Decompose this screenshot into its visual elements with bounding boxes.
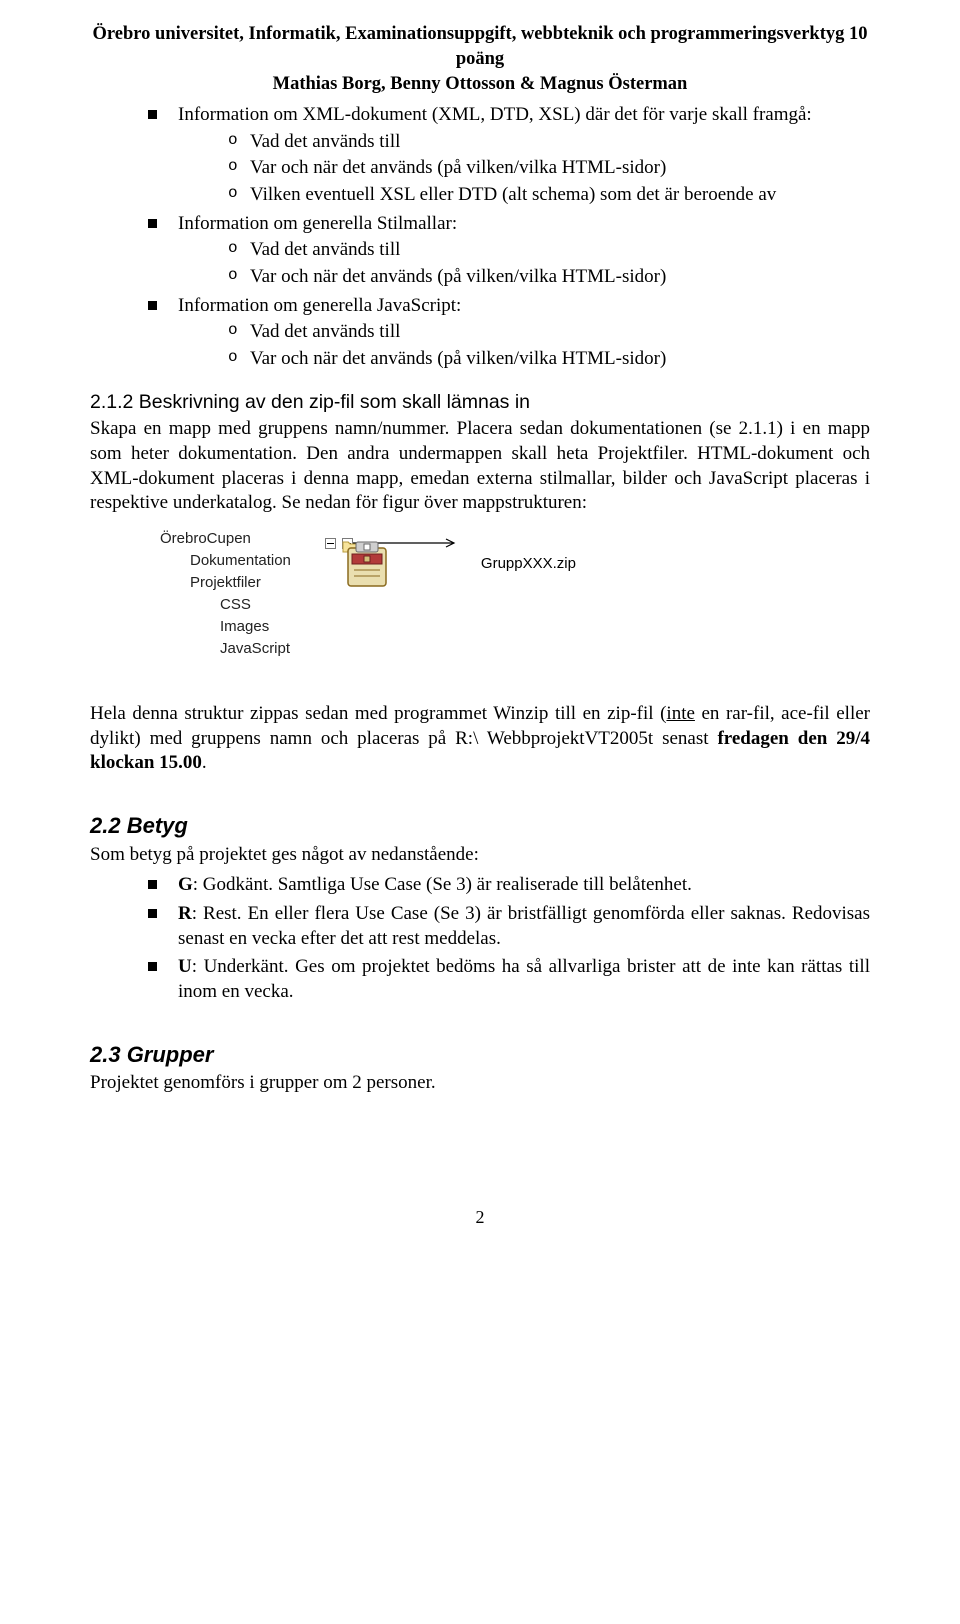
tree-label-root: ÖrebroCupen	[160, 529, 251, 549]
bullet-xml-text: Information om XML-dokument (XML, DTD, X…	[178, 104, 812, 125]
grade-g-text: : Godkänt. Samtliga Use Case (Se 3) är r…	[193, 874, 692, 895]
tree-row-images: Images	[160, 616, 291, 638]
folder-structure-figure: ÖrebroCupen Dokumentation Projektfiler C…	[160, 528, 870, 660]
xml-sublist: Vad det används till Var och när det anv…	[178, 130, 870, 208]
bullet-js-text: Information om generella JavaScript:	[178, 295, 461, 316]
stil-o2: Var och när det används (på vilken/vilka…	[228, 265, 870, 290]
grade-r-text: : Rest. En eller flera Use Case (Se 3) ä…	[178, 903, 870, 949]
para-2-2-intro: Som betyg på projektet ges något av neda…	[90, 843, 870, 868]
bullet-js: Information om generella JavaScript: Vad…	[148, 294, 870, 372]
grade-r-bold: R	[178, 903, 192, 924]
bullet-xml: Information om XML-dokument (XML, DTD, X…	[148, 103, 870, 208]
page-number: 2	[90, 1206, 870, 1229]
tree-label-dok: Dokumentation	[190, 551, 291, 571]
zip-paragraph: Hela denna struktur zippas sedan med pro…	[90, 702, 870, 776]
main-bullet-list: Information om XML-dokument (XML, DTD, X…	[90, 103, 870, 372]
para-2-3: Projektet genomförs i grupper om 2 perso…	[90, 1071, 870, 1096]
folder-tree: ÖrebroCupen Dokumentation Projektfiler C…	[160, 528, 291, 660]
grade-r: R: Rest. En eller flera Use Case (Se 3) …	[148, 902, 870, 951]
tree-row-dok: Dokumentation	[160, 550, 291, 572]
zip-para-end: .	[202, 752, 207, 773]
js-sublist: Vad det används till Var och när det anv…	[178, 320, 870, 371]
zip-para-a: Hela denna struktur zippas sedan med pro…	[90, 703, 666, 724]
header-line-2: Mathias Borg, Benny Ottosson & Magnus Ös…	[90, 72, 870, 97]
tree-row-proj: Projektfiler	[160, 572, 291, 594]
minus-box-icon	[325, 538, 336, 549]
bullet-stilmallar: Information om generella Stilmallar: Vad…	[148, 212, 870, 290]
zip-para-underline: inte	[666, 703, 695, 724]
grade-g: G: Godkänt. Samtliga Use Case (Se 3) är …	[148, 873, 870, 898]
js-o2: Var och när det används (på vilken/vilka…	[228, 347, 870, 372]
zip-file-figure: GruppXXX.zip	[481, 554, 576, 574]
js-o1: Vad det används till	[228, 320, 870, 345]
stil-sublist: Vad det används till Var och när det anv…	[178, 238, 870, 289]
header-line-1: Örebro universitet, Informatik, Examinat…	[90, 22, 870, 72]
zip-label: GruppXXX.zip	[481, 554, 576, 574]
xml-o2: Var och när det används (på vilken/vilka…	[228, 156, 870, 181]
grade-u-text: : Underkänt. Ges om projektet bedöms ha …	[178, 956, 870, 1002]
grade-list: G: Godkänt. Samtliga Use Case (Se 3) är …	[90, 873, 870, 1004]
zip-archive-icon	[342, 538, 392, 590]
tree-row-root: ÖrebroCupen	[160, 528, 291, 550]
tree-label-images: Images	[220, 617, 269, 637]
grade-u-bold: U	[178, 956, 192, 977]
tree-label-css: CSS	[220, 595, 251, 615]
bullet-stilmallar-text: Information om generella Stilmallar:	[178, 213, 457, 234]
tree-row-js: JavaScript	[160, 638, 291, 660]
tree-row-css: CSS	[160, 594, 291, 616]
grade-u: U: Underkänt. Ges om projektet bedöms ha…	[148, 955, 870, 1004]
heading-2-1-2: 2.1.2 Beskrivning av den zip-fil som ska…	[90, 390, 870, 415]
xml-o3: Vilken eventuell XSL eller DTD (alt sche…	[228, 183, 870, 208]
xml-o1: Vad det används till	[228, 130, 870, 155]
grade-g-bold: G	[178, 874, 193, 895]
heading-2-2: 2.2 Betyg	[90, 812, 870, 841]
tree-label-js: JavaScript	[220, 639, 290, 659]
tree-label-proj: Projektfiler	[190, 573, 261, 593]
stil-o1: Vad det används till	[228, 238, 870, 263]
heading-2-3: 2.3 Grupper	[90, 1041, 870, 1070]
para-2-1-2: Skapa en mapp med gruppens namn/nummer. …	[90, 417, 870, 516]
